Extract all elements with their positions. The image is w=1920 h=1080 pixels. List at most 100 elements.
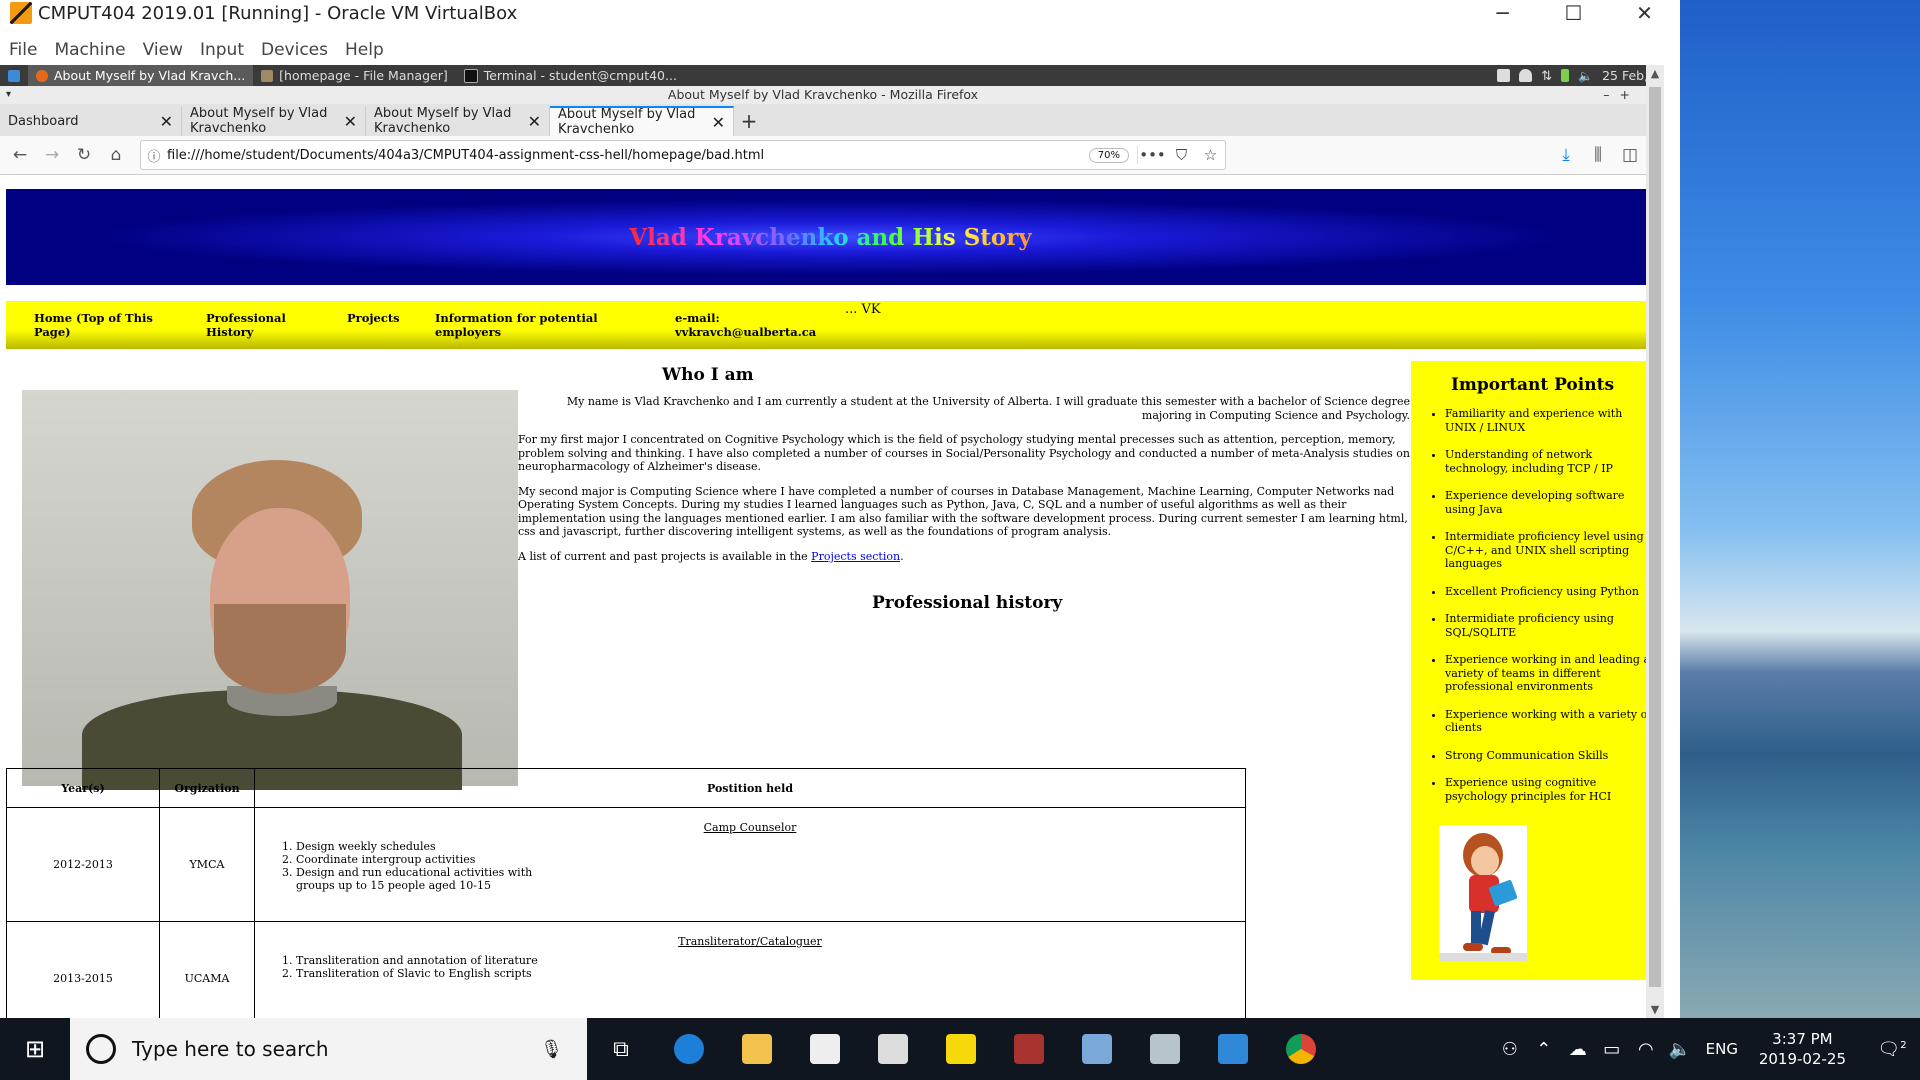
list-item: Familiarity and experience with UNIX / L… [1445,407,1646,434]
nav-line: History [206,325,254,339]
scrollbar-thumb[interactable] [1649,87,1661,987]
chrome-icon[interactable] [1286,1034,1316,1064]
winrar-icon[interactable] [1014,1034,1044,1064]
pocket-icon[interactable]: ⛉ [1167,146,1196,164]
window-controls[interactable]: –+ [1603,86,1640,104]
nav-line: employers [435,325,502,339]
tab-close-icon[interactable]: ✕ [514,112,541,131]
sidebar-icon[interactable]: ◫ [1614,145,1646,165]
battery-icon[interactable]: ▭ [1595,1039,1629,1060]
notification-icon[interactable]: 🗨2 [1864,1039,1920,1060]
volume-icon[interactable]: 🔈 [1578,69,1593,83]
tab-close-icon[interactable]: ✕ [698,113,725,132]
nav-email[interactable]: e-mail: vvkravch@ualberta.ca [675,311,816,339]
list-item: Experience working with a variety of cli… [1445,708,1646,735]
list-item: Intermidiate proficiency using SQL/SQLIT… [1445,612,1646,639]
minimize-icon[interactable]: ─ [1467,1,1538,25]
scroll-down-icon[interactable]: ▼ [1646,1003,1664,1016]
duty-item: Coordinate intergroup activities [296,853,1244,866]
menu-devices[interactable]: Devices [261,40,328,60]
new-tab-icon[interactable]: + [734,106,764,136]
menu-machine[interactable]: Machine [54,40,125,60]
microphone-icon[interactable]: 🎙 [540,1039,563,1060]
nav-line: Projects [347,311,400,325]
scroll-up-icon[interactable]: ▲ [1646,67,1664,80]
tab-close-icon[interactable]: ✕ [146,112,173,131]
panel-task-firefox[interactable]: About Myself by Vlad Kravch... [28,65,254,86]
volume-icon[interactable]: 🔈 [1663,1039,1697,1060]
virtualbox-icon[interactable] [1082,1034,1112,1064]
panel-task-label: Terminal - student@cmput40... [483,68,677,83]
guest-scrollbar[interactable]: ▲ ▼ [1646,65,1664,1018]
info-icon[interactable]: ⓘ [141,146,167,165]
close-icon[interactable]: ✕ [1609,1,1680,25]
panel-task-file-manager[interactable]: [homepage - File Manager] [253,65,456,86]
library-icon[interactable]: ⫼ [1582,145,1614,165]
zoom-level[interactable]: 70% [1088,147,1129,163]
menu-file[interactable]: File [9,40,37,60]
reload-icon[interactable]: ↻ [68,145,100,165]
menu-input[interactable]: Input [200,40,244,60]
site-nav: Home (Top of This Page) Professional Histo… [6,301,1646,349]
tab-dashboard[interactable]: Dashboard ✕ [0,106,182,136]
tab-about-active[interactable]: About Myself by Vlad Kravchenko ✕ [550,106,734,137]
menu-view[interactable]: View [143,40,183,60]
edge-icon[interactable] [674,1034,704,1064]
back-icon[interactable]: ← [4,145,36,165]
taskbar-search[interactable]: Type here to search 🎙 [70,1018,587,1080]
clock[interactable]: 3:37 PM 2019-02-25 [1759,1029,1846,1069]
start-icon[interactable]: ⊞ [0,1035,70,1063]
url-bar[interactable]: ⓘ file:///home/student/Documents/404a3/C… [140,140,1226,170]
store-icon[interactable] [810,1034,840,1064]
wifi-icon[interactable]: ◠ [1629,1039,1663,1060]
nav-professional-history[interactable]: Professional History [206,311,286,339]
clipboard-icon[interactable] [1497,69,1511,82]
list-item: Understanding of network technology, inc… [1445,448,1646,475]
url-text[interactable]: file:///home/student/Documents/404a3/CMP… [167,148,1089,163]
position-title: Camp Counselor [703,821,797,834]
nav-home[interactable]: Home (Top of This Page) [34,311,153,339]
nav-employers[interactable]: Information for potential employers [435,311,598,339]
mail-icon[interactable] [878,1034,908,1064]
virtualbox-title-bar: CMPUT404 2019.01 [Running] - Oracle VM V… [0,0,1680,26]
cell-years: 2012-2013 [6,807,160,922]
banner-title: Vlad Kravchenko and His Story [629,223,1032,251]
intro-text-fragment: . [900,549,904,563]
file-explorer-icon[interactable] [742,1034,772,1064]
xfce-menu-icon[interactable] [0,65,28,86]
battery-icon[interactable] [1561,69,1570,82]
task-manager-icon[interactable] [1150,1034,1180,1064]
windows-taskbar: ⊞ Type here to search 🎙 ⧉ ⚇ ⌃ ☁ ▭ ◠ 🔈 EN… [0,1018,1920,1080]
maximize-icon[interactable]: ☐ [1538,1,1609,25]
tab-close-icon[interactable]: ✕ [330,112,357,131]
bookmark-star-icon[interactable]: ☆ [1196,146,1225,164]
tab-label: About Myself by Vlad Kravchenko [558,107,696,137]
onedrive-icon[interactable]: ☁ [1561,1039,1595,1060]
menu-help[interactable]: Help [345,40,384,60]
panel-task-terminal[interactable]: Terminal - student@cmput40... [456,65,685,86]
duty-item: Transliteration and annotation of litera… [296,954,1244,967]
tab-label: Dashboard [8,113,79,129]
forward-icon[interactable]: → [36,145,68,165]
projects-section-link[interactable]: Projects section [811,550,900,563]
home-icon[interactable]: ⌂ [100,145,132,165]
tab-about-1[interactable]: About Myself by Vlad Kravchenko ✕ [182,106,366,136]
tab-about-2[interactable]: About Myself by Vlad Kravchenko ✕ [366,106,550,136]
chevron-up-icon[interactable]: ⌃ [1527,1039,1561,1060]
sticky-notes-icon[interactable] [946,1034,976,1064]
list-item: Experience working in and leading a vari… [1445,653,1646,694]
duties-list: Design weekly schedules Coordinate inter… [266,840,1244,892]
toolbar-right: ⤓ ⫼ ◫ [1550,145,1646,165]
nav-projects[interactable]: Projects [347,311,400,325]
bell-icon[interactable] [1519,69,1533,82]
task-view-icon[interactable]: ⧉ [587,1037,655,1062]
firefox-icon [36,69,48,82]
language-indicator[interactable]: ENG [1697,1040,1747,1058]
network-icon[interactable]: ⇅ [1541,69,1552,84]
snipping-tool-icon[interactable] [1218,1034,1248,1064]
window-menu-icon[interactable]: ▾ [6,86,11,104]
page-actions-icon[interactable]: ••• [1137,146,1167,164]
download-icon[interactable]: ⤓ [1550,145,1582,165]
people-icon[interactable]: ⚇ [1493,1039,1527,1060]
list-item: Experience using cognitive psychology pr… [1445,776,1646,803]
